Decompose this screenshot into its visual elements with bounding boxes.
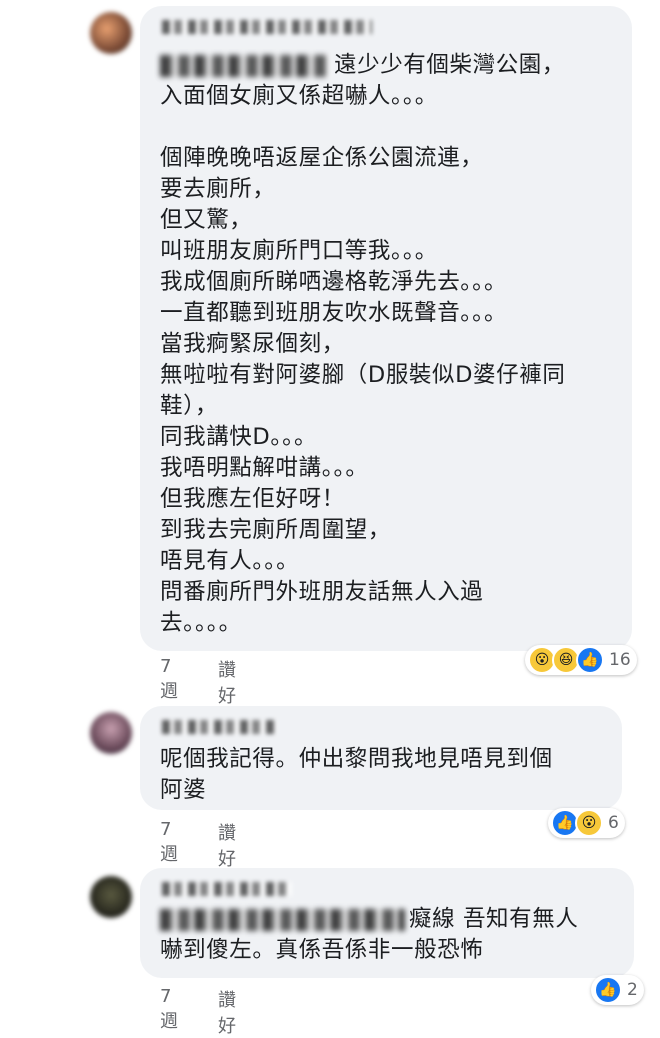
reaction-count: 16 [609, 650, 631, 670]
like-button[interactable]: 讚好 [218, 819, 236, 871]
author-name-redacted[interactable] [162, 20, 372, 34]
wow-icon: 😮 [575, 809, 603, 837]
avatar[interactable] [90, 12, 132, 54]
comment-bubble: 遠少少有個柴灣公園， 入面個女廁又係超嚇人。。。 個陣晚晚唔返屋企係公園流連， … [140, 6, 632, 651]
comment-text: 呢個我記得。仲出黎問我地見唔見到個 阿婆 [160, 746, 553, 803]
redacted-mention [160, 908, 405, 931]
avatar[interactable] [90, 876, 132, 918]
redacted-mention [160, 54, 330, 77]
comment-age[interactable]: 7週 [160, 986, 178, 1033]
like-button[interactable]: 讚好 [218, 986, 236, 1038]
reaction-count: 6 [608, 813, 619, 833]
comment-text: 遠少少有個柴灣公園， 入面個女廁又係超嚇人。。。 個陣晚晚唔返屋企係公園流連， … [160, 52, 566, 636]
comment-age[interactable]: 7週 [160, 656, 178, 703]
avatar[interactable] [90, 712, 132, 754]
reaction-count: 2 [627, 980, 638, 1000]
author-name-redacted[interactable] [162, 882, 292, 896]
comment-age[interactable]: 7週 [160, 819, 178, 866]
comment-text: 癡線 吾知有無人 嚇到傻左。真係吾係非一般恐怖 [160, 906, 579, 963]
author-name-redacted[interactable] [162, 720, 277, 734]
reaction-summary[interactable]: 👍 😮 6 [548, 808, 625, 838]
like-icon: 👍 [594, 976, 622, 1004]
comment-bubble: 呢個我記得。仲出黎問我地見唔見到個 阿婆 [140, 706, 622, 810]
reaction-summary[interactable]: 😮 😆 👍 16 [525, 645, 637, 675]
comment-bubble: 癡線 吾知有無人 嚇到傻左。真係吾係非一般恐怖 [140, 868, 634, 978]
like-button[interactable]: 讚好 [218, 656, 236, 708]
like-icon: 👍 [576, 646, 604, 674]
reaction-summary[interactable]: 👍 2 [591, 975, 644, 1005]
